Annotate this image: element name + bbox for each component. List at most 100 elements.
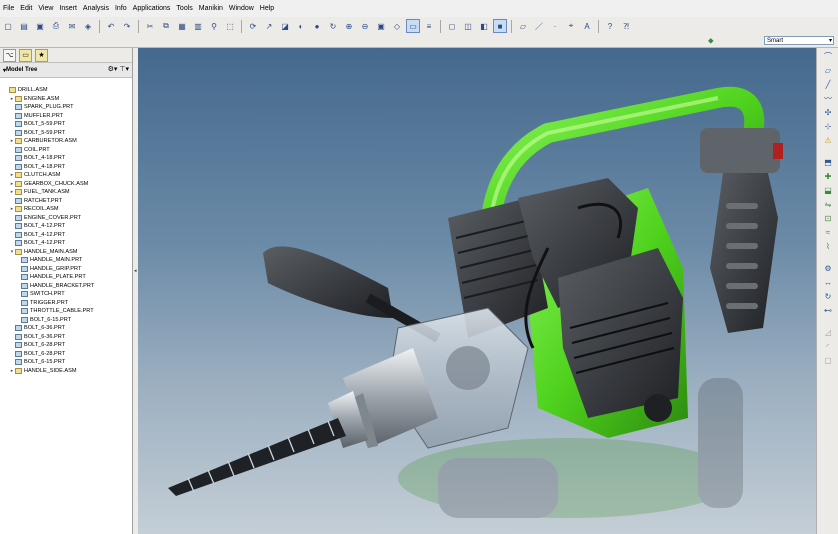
cut-icon[interactable]: ✂ (143, 19, 157, 33)
favorites-tab[interactable]: ★ (35, 48, 48, 62)
datum-axes-icon[interactable]: ／ (532, 19, 546, 33)
tree-item[interactable]: BOLT_5-59.PRT (0, 120, 132, 129)
select-box-icon[interactable]: ⬚ (223, 19, 237, 33)
tree-item[interactable]: SPARK_PLUG.PRT (0, 103, 132, 112)
create-icon[interactable]: ✚ (823, 172, 833, 182)
tree-item[interactable]: BOLT_4-12.PRT (0, 222, 132, 231)
paste-icon[interactable]: ▦ (175, 19, 189, 33)
tree-item[interactable]: BOLT_6-15.PRT (0, 358, 132, 367)
find-icon[interactable]: ⚲ (207, 19, 221, 33)
chevron-down-icon[interactable]: ▾ (829, 37, 832, 46)
tree-item[interactable]: ▸ FUEL_TANK.ASM (0, 188, 132, 197)
csys-icon[interactable]: ⌖ (564, 19, 578, 33)
appearance-icon[interactable]: ◐ (294, 19, 308, 33)
datum-planes-icon[interactable]: ▱ (516, 19, 530, 33)
motor-icon[interactable]: ↻ (823, 292, 833, 302)
saved-views-icon[interactable]: ▭ (406, 19, 420, 33)
tree-item[interactable]: BOLT_6-36.PRT (0, 324, 132, 333)
component-icon[interactable]: ⬒ (823, 158, 833, 168)
tree-item[interactable]: BOLT_6-28.PRT (0, 350, 132, 359)
model-tree-tab[interactable]: ⌥ (3, 48, 16, 62)
tree-item[interactable]: SWITCH.PRT (0, 290, 132, 299)
feature-icon[interactable]: ◪ (278, 19, 292, 33)
shaded-icon[interactable]: ■ (493, 19, 507, 33)
copy-icon[interactable]: ⧉ (159, 19, 173, 33)
tree-item[interactable]: THROTTLE_CABLE.PRT (0, 307, 132, 316)
paste-special-icon[interactable]: ▥ (191, 19, 205, 33)
tree-item[interactable]: ▾ HANDLE_MAIN.ASM (0, 248, 132, 257)
datum-points-icon[interactable]: · (548, 19, 562, 33)
tree-item[interactable]: BOLT_4-12.PRT (0, 239, 132, 248)
undo-icon[interactable]: ↶ (104, 19, 118, 33)
menu-applications[interactable]: Applications (130, 0, 174, 17)
menu-edit[interactable]: Edit (17, 0, 35, 17)
menu-tools[interactable]: Tools (173, 0, 195, 17)
tree-item[interactable]: BOLT_6-36.PRT (0, 333, 132, 342)
connection-icon[interactable]: ⊷ (823, 306, 833, 316)
annotation-icon[interactable]: A (580, 19, 594, 33)
datum-axis-icon[interactable]: ▱ (823, 66, 833, 76)
regenerate-icon[interactable]: ⟳ (246, 19, 260, 33)
tree-item[interactable]: HANDLE_GRIP.PRT (0, 265, 132, 274)
mechanism-icon[interactable]: ⚙ (823, 264, 833, 274)
tree-settings-icon[interactable]: ⚙▾ ⊤▾ (108, 65, 129, 73)
analysis-icon[interactable]: ⚠ (823, 136, 833, 146)
tree-item[interactable]: HANDLE_BRACKET.PRT (0, 282, 132, 291)
layers-icon[interactable]: ≡ (422, 19, 436, 33)
render-icon[interactable]: ● (310, 19, 324, 33)
tree-item[interactable]: ENGINE_COVER.PRT (0, 214, 132, 223)
tree-item[interactable]: ▸ CARBURETOR.ASM (0, 137, 132, 146)
datum-point-icon[interactable]: ✣ (823, 108, 833, 118)
tree-item[interactable]: ▸ RECOIL.ASM (0, 205, 132, 214)
tree-item[interactable]: ▸ ENGINE.ASM (0, 95, 132, 104)
menu-file[interactable]: File (0, 0, 17, 17)
pattern-icon[interactable]: ⬓ (823, 186, 833, 196)
tree-item[interactable]: BOLT_4-18.PRT (0, 154, 132, 163)
menu-window[interactable]: Window (226, 0, 257, 17)
orient-icon[interactable]: ◇ (390, 19, 404, 33)
spin-icon[interactable]: ↻ (326, 19, 340, 33)
menu-info[interactable]: Info (112, 0, 130, 17)
splitter-arrow-icon[interactable]: ◂ (134, 268, 137, 274)
harness-icon[interactable]: ⌇ (823, 242, 833, 252)
wireframe-icon[interactable]: ◻ (445, 19, 459, 33)
redo-icon[interactable]: ↷ (120, 19, 134, 33)
joint-icon[interactable]: ↔ (823, 278, 833, 288)
tree-item[interactable]: BOLT_5-59.PRT (0, 129, 132, 138)
measure-icon[interactable]: ⊡ (823, 214, 833, 224)
tree-item[interactable]: MUFFLER.PRT (0, 112, 132, 121)
tree-item[interactable]: TRIGGER.PRT (0, 299, 132, 308)
save-icon[interactable]: ▣ (33, 19, 47, 33)
folder-browser-tab[interactable]: ▭ (19, 48, 32, 62)
zoom-out-icon[interactable]: ⊖ (358, 19, 372, 33)
zoom-in-icon[interactable]: ⊕ (342, 19, 356, 33)
menu-manikin[interactable]: Manikin (196, 0, 226, 17)
menu-help[interactable]: Help (257, 0, 277, 17)
email-icon[interactable]: ✉ (65, 19, 79, 33)
tree-item[interactable]: ▸ CLUTCH.ASM (0, 171, 132, 180)
round-icon[interactable]: ◜ (823, 342, 833, 352)
tree-item[interactable]: ▸ HANDLE_SIDE.ASM (0, 367, 132, 376)
tree-item[interactable]: BOLT_6-15.PRT (0, 316, 132, 325)
new-file-icon[interactable]: ▢ (1, 19, 15, 33)
datum-icon[interactable]: ↗ (262, 19, 276, 33)
datum-curve-icon[interactable]: ╱ (823, 80, 833, 90)
tree-item[interactable]: DRILL.ASM (0, 86, 132, 95)
mirror-icon[interactable]: ⇋ (823, 200, 833, 210)
menu-view[interactable]: View (35, 0, 56, 17)
tree-item[interactable]: HANDLE_PLATE.PRT (0, 273, 132, 282)
help-icon[interactable]: ? (603, 19, 617, 33)
refit-icon[interactable]: ▣ (374, 19, 388, 33)
tree-item[interactable]: COIL.PRT (0, 146, 132, 155)
sketch-icon[interactable]: 〰 (823, 94, 833, 104)
model-icon[interactable]: ◈ (81, 19, 95, 33)
tree-item[interactable]: BOLT_4-12.PRT (0, 231, 132, 240)
tree-item[interactable]: ▸ GEARBOX_CHUCK.ASM (0, 180, 132, 189)
draft-icon[interactable]: ◿ (823, 328, 833, 338)
no-hidden-icon[interactable]: ◧ (477, 19, 491, 33)
tree-item[interactable]: BOLT_6-28.PRT (0, 341, 132, 350)
cable-icon[interactable]: ≈ (823, 228, 833, 238)
datum-plane-icon[interactable]: ⌒ (823, 52, 833, 62)
menu-insert[interactable]: Insert (56, 0, 80, 17)
tree-item[interactable]: RATCHET.PRT (0, 197, 132, 206)
